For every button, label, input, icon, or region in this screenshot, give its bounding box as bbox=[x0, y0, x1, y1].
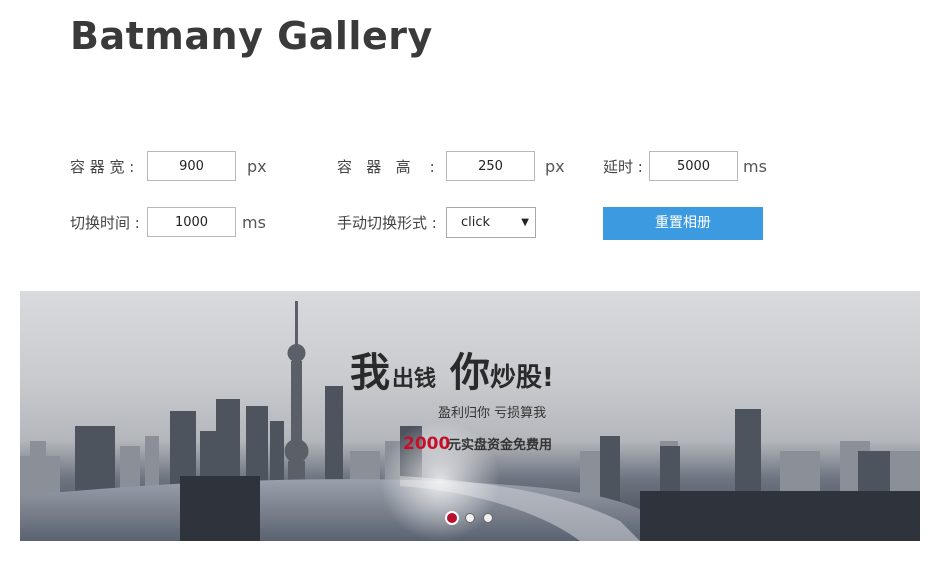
height-label: 容 器 高 : bbox=[337, 158, 435, 176]
reset-gallery-button[interactable]: 重置相册 bbox=[603, 207, 763, 240]
width-input[interactable] bbox=[147, 151, 236, 181]
slide-subline: 盈利归你 亏损算我 bbox=[438, 406, 546, 421]
switch-time-label: 切换时间 : bbox=[70, 214, 140, 232]
height-unit: px bbox=[545, 157, 565, 176]
delay-unit: ms bbox=[743, 157, 767, 176]
manual-mode-label: 手动切换形式 : bbox=[337, 214, 437, 232]
switch-time-input[interactable] bbox=[147, 207, 236, 237]
slide-headline: 我 出钱 你 炒股! bbox=[350, 350, 554, 396]
slide-offer-text: 元实盘资金免费用 bbox=[448, 437, 552, 453]
settings-row-2: 切换时间 : ms 手动切换形式 : click ▼ 重置相册 bbox=[0, 207, 940, 240]
switch-time-unit: ms bbox=[242, 213, 266, 232]
delay-label: 延时 : bbox=[603, 158, 643, 176]
pagination-dot[interactable] bbox=[465, 513, 475, 523]
page-title: Batmany Gallery bbox=[70, 14, 433, 58]
svg-text:我: 我 bbox=[350, 350, 390, 396]
svg-text:你: 你 bbox=[449, 350, 490, 396]
slide-offer-number: 2000 bbox=[403, 434, 450, 454]
width-label: 容 器 宽 : bbox=[70, 158, 135, 176]
pagination-dot[interactable] bbox=[483, 513, 493, 523]
gallery-slider[interactable]: 我 出钱 你 炒股! 盈利归你 亏损算我 2000 元实盘资金免费用 bbox=[20, 291, 920, 541]
svg-text:炒股!: 炒股! bbox=[490, 363, 554, 393]
pagination-dot[interactable] bbox=[445, 511, 459, 525]
dropdown-arrow-icon: ▼ bbox=[521, 217, 529, 228]
city-skyline-image: 我 出钱 你 炒股! 盈利归你 亏损算我 2000 元实盘资金免费用 bbox=[20, 301, 920, 541]
settings-row-1: 容 器 宽 : px 容 器 高 : px 延时 : ms bbox=[0, 151, 940, 183]
delay-input[interactable] bbox=[649, 151, 738, 181]
height-input[interactable] bbox=[446, 151, 535, 181]
manual-mode-value: click bbox=[461, 215, 491, 230]
width-unit: px bbox=[247, 157, 267, 176]
manual-mode-select[interactable]: click ▼ bbox=[446, 207, 536, 238]
svg-text:出钱: 出钱 bbox=[392, 366, 436, 392]
